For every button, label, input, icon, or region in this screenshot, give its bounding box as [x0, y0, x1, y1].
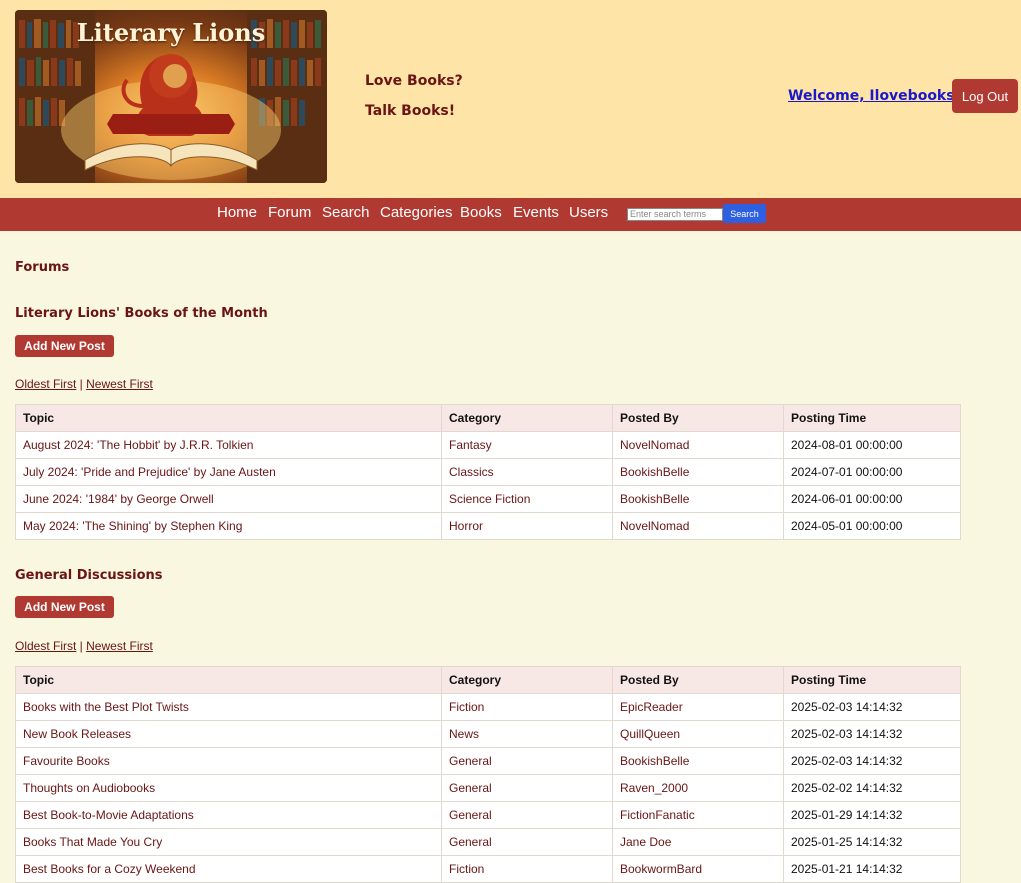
topic-cell[interactable]: New Book Releases	[15, 720, 442, 748]
table-row[interactable]: New Book Releases News QuillQueen 2025-0…	[15, 720, 961, 748]
sort-links: Oldest First | Newest First	[15, 639, 153, 653]
table-row[interactable]: July 2024: 'Pride and Prejudice' by Jane…	[15, 458, 961, 486]
table-row[interactable]: Thoughts on Audiobooks General Raven_200…	[15, 774, 961, 802]
main-navigation: Home Forum Search Categories Books Event…	[0, 198, 1021, 231]
posted-by-cell[interactable]: Raven_2000	[612, 774, 784, 802]
search-input[interactable]: Enter search terms	[627, 208, 723, 221]
table-row[interactable]: August 2024: 'The Hobbit' by J.R.R. Tolk…	[15, 431, 961, 459]
table-row[interactable]: Best Books for a Cozy Weekend Fiction Bo…	[15, 855, 961, 883]
column-header-posting-time: Posting Time	[783, 404, 961, 432]
topic-cell[interactable]: Favourite Books	[15, 747, 442, 775]
table-row[interactable]: Favourite Books General BookishBelle 202…	[15, 747, 961, 775]
topic-cell[interactable]: Best Book-to-Movie Adaptations	[15, 801, 442, 829]
topic-cell[interactable]: July 2024: 'Pride and Prejudice' by Jane…	[15, 458, 442, 486]
table-header-row: Topic Category Posted By Posting Time	[15, 666, 961, 694]
column-header-posted-by: Posted By	[612, 404, 784, 432]
posted-by-cell[interactable]: BookishBelle	[612, 485, 784, 513]
column-header-category: Category	[441, 404, 613, 432]
topic-cell[interactable]: Books with the Best Plot Twists	[15, 693, 442, 721]
table-row[interactable]: Best Book-to-Movie Adaptations General F…	[15, 801, 961, 829]
topic-cell[interactable]: Books That Made You Cry	[15, 828, 442, 856]
sort-oldest-link[interactable]: Oldest First	[15, 377, 76, 391]
logout-button[interactable]: Log Out	[952, 79, 1018, 113]
category-cell[interactable]: General	[441, 828, 613, 856]
posted-by-cell[interactable]: NovelNomad	[612, 512, 784, 540]
sort-newest-link[interactable]: Newest First	[86, 377, 153, 391]
sort-links: Oldest First | Newest First	[15, 377, 153, 391]
forum-table-general-discussions: Topic Category Posted By Posting Time Bo…	[15, 666, 961, 883]
sort-separator: |	[76, 639, 87, 653]
topic-cell[interactable]: August 2024: 'The Hobbit' by J.R.R. Tolk…	[15, 431, 442, 459]
sort-oldest-link[interactable]: Oldest First	[15, 639, 76, 653]
add-new-post-button[interactable]: Add New Post	[15, 335, 114, 357]
table-row[interactable]: May 2024: 'The Shining' by Stephen King …	[15, 512, 961, 540]
sort-newest-link[interactable]: Newest First	[86, 639, 153, 653]
category-cell[interactable]: Fiction	[441, 855, 613, 883]
tagline-talk-books: Talk Books!	[365, 103, 456, 119]
nav-home[interactable]: Home	[217, 204, 257, 221]
column-header-category: Category	[441, 666, 613, 694]
posted-by-cell[interactable]: FictionFanatic	[612, 801, 784, 829]
category-cell[interactable]: Horror	[441, 512, 613, 540]
nav-users[interactable]: Users	[569, 204, 608, 221]
category-cell[interactable]: Classics	[441, 458, 613, 486]
nav-books[interactable]: Books	[460, 204, 502, 221]
topic-cell[interactable]: Thoughts on Audiobooks	[15, 774, 442, 802]
column-header-topic: Topic	[15, 666, 442, 694]
column-header-posting-time: Posting Time	[783, 666, 961, 694]
category-cell[interactable]: General	[441, 774, 613, 802]
section-title-books-of-month: Literary Lions' Books of the Month	[15, 306, 268, 321]
posting-time-cell: 2024-06-01 00:00:00	[783, 485, 961, 513]
posting-time-cell: 2025-01-25 14:14:32	[783, 828, 961, 856]
table-row[interactable]: Books That Made You Cry General Jane Doe…	[15, 828, 961, 856]
table-row[interactable]: Books with the Best Plot Twists Fiction …	[15, 693, 961, 721]
page-title: Forums	[15, 260, 70, 275]
posting-time-cell: 2025-02-02 14:14:32	[783, 774, 961, 802]
topic-cell[interactable]: June 2024: '1984' by George Orwell	[15, 485, 442, 513]
posting-time-cell: 2025-02-03 14:14:32	[783, 747, 961, 775]
topic-cell[interactable]: Best Books for a Cozy Weekend	[15, 855, 442, 883]
category-cell[interactable]: General	[441, 801, 613, 829]
category-cell[interactable]: Fiction	[441, 693, 613, 721]
posted-by-cell[interactable]: BookishBelle	[612, 747, 784, 775]
posted-by-cell[interactable]: EpicReader	[612, 693, 784, 721]
posted-by-cell[interactable]: Jane Doe	[612, 828, 784, 856]
posted-by-cell[interactable]: QuillQueen	[612, 720, 784, 748]
site-logo[interactable]: Literary Lions	[15, 10, 327, 183]
category-cell[interactable]: Fantasy	[441, 431, 613, 459]
topic-cell[interactable]: May 2024: 'The Shining' by Stephen King	[15, 512, 442, 540]
posting-time-cell: 2024-08-01 00:00:00	[783, 431, 961, 459]
table-header-row: Topic Category Posted By Posting Time	[15, 404, 961, 432]
tagline-love-books: Love Books?	[365, 73, 463, 89]
posting-time-cell: 2024-05-01 00:00:00	[783, 512, 961, 540]
nav-categories[interactable]: Categories	[380, 204, 453, 221]
posting-time-cell: 2025-02-03 14:14:32	[783, 693, 961, 721]
sort-separator: |	[76, 377, 87, 391]
table-row[interactable]: June 2024: '1984' by George Orwell Scien…	[15, 485, 961, 513]
nav-forum[interactable]: Forum	[268, 204, 311, 221]
posting-time-cell: 2024-07-01 00:00:00	[783, 458, 961, 486]
posting-time-cell: 2025-02-03 14:14:32	[783, 720, 961, 748]
search-button[interactable]: Search	[723, 204, 766, 223]
nav-events[interactable]: Events	[513, 204, 559, 221]
add-new-post-button[interactable]: Add New Post	[15, 596, 114, 618]
posted-by-cell[interactable]: NovelNomad	[612, 431, 784, 459]
section-title-general-discussions: General Discussions	[15, 568, 163, 583]
posted-by-cell[interactable]: BookwormBard	[612, 855, 784, 883]
forum-table-books-of-month: Topic Category Posted By Posting Time Au…	[15, 404, 961, 540]
category-cell[interactable]: Science Fiction	[441, 485, 613, 513]
posting-time-cell: 2025-01-29 14:14:32	[783, 801, 961, 829]
column-header-topic: Topic	[15, 404, 442, 432]
logo-text: Literary Lions	[76, 18, 266, 47]
nav-search[interactable]: Search	[322, 204, 370, 221]
column-header-posted-by: Posted By	[612, 666, 784, 694]
posted-by-cell[interactable]: BookishBelle	[612, 458, 784, 486]
posting-time-cell: 2025-01-21 14:14:32	[783, 855, 961, 883]
category-cell[interactable]: General	[441, 747, 613, 775]
site-header: Literary Lions Love Books? Talk Books! W…	[0, 0, 1021, 198]
welcome-user-link[interactable]: Welcome, Ilovebooks!	[788, 88, 961, 104]
category-cell[interactable]: News	[441, 720, 613, 748]
